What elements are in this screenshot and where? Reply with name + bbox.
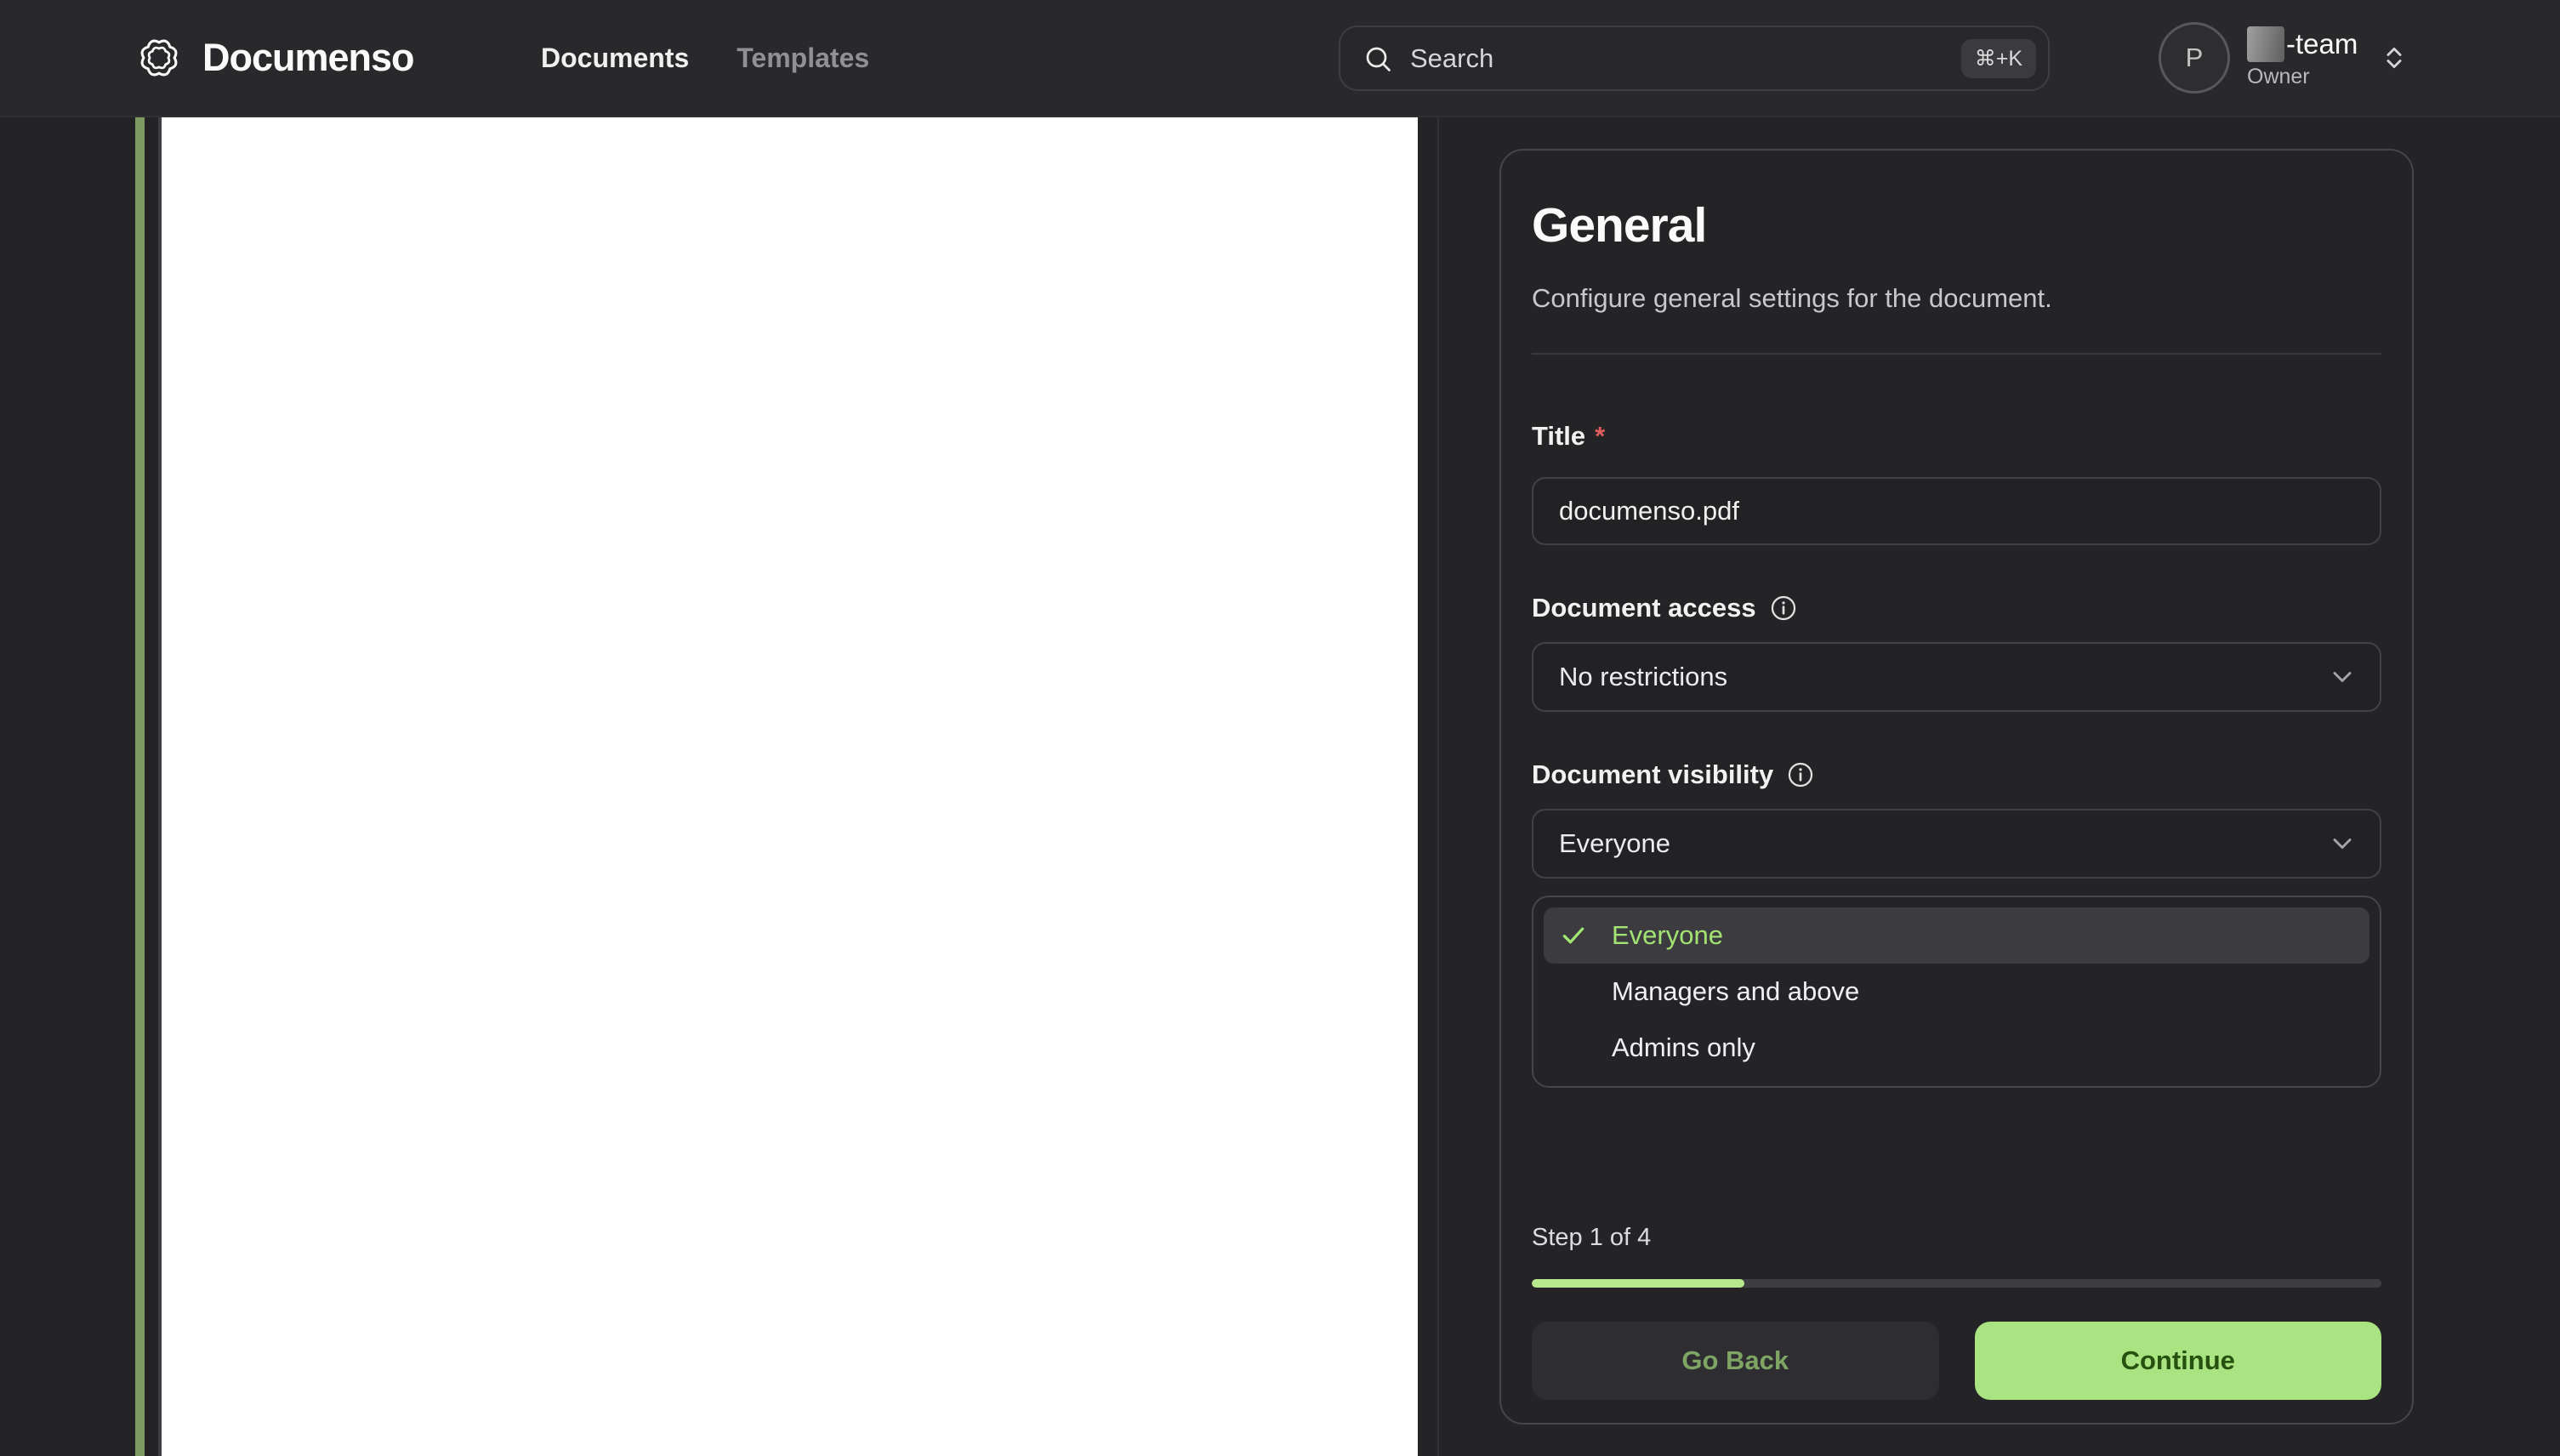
menu-option-label: Admins only: [1612, 1032, 1755, 1063]
search-icon: [1366, 47, 1391, 71]
chevron-down-icon: [2333, 839, 2352, 850]
document-visibility-label-text: Document visibility: [1532, 759, 1774, 790]
document-visibility-label: Document visibility: [1532, 759, 2381, 790]
nav-item-templates[interactable]: Templates: [737, 43, 869, 74]
chevron-down-icon: [2333, 672, 2352, 683]
documenso-logo-icon: [140, 39, 178, 77]
document-visibility-value: Everyone: [1559, 828, 1670, 859]
info-icon[interactable]: [1786, 760, 1815, 789]
column-divider: [1437, 117, 1439, 1456]
document-page-preview: [158, 117, 1418, 1456]
app-root: Documenso Documents Templates Search ⌘+K…: [0, 0, 2560, 1456]
menu-option-everyone[interactable]: Everyone: [1544, 907, 2369, 964]
brand-name: Documenso: [202, 36, 415, 79]
brand-home-link[interactable]: Documenso: [134, 0, 415, 116]
avatar: P: [2159, 22, 2230, 94]
section-divider: [1532, 353, 2381, 355]
visibility-dropdown-menu: Everyone Managers and above Admins only: [1532, 896, 2381, 1089]
menu-option-label: Everyone: [1612, 920, 1723, 951]
progress-fill: [1532, 1279, 1744, 1288]
nav-item-documents[interactable]: Documents: [541, 43, 689, 74]
avatar-initial: P: [2185, 43, 2204, 72]
document-edge-accent: [135, 117, 145, 1456]
check-icon: [1562, 927, 1584, 944]
panel-title: General: [1532, 198, 1707, 253]
step-indicator: Step 1 of 4: [1532, 1224, 1652, 1252]
document-visibility-select[interactable]: Everyone: [1532, 809, 2381, 879]
title-input-value: documenso.pdf: [1559, 496, 1739, 526]
required-asterisk: *: [1595, 421, 1606, 452]
progress-bar: [1532, 1279, 2381, 1288]
go-back-button[interactable]: Go Back: [1532, 1322, 1939, 1401]
general-settings-panel: General Configure general settings for t…: [1499, 149, 2414, 1425]
team-name-redacted-block: [2247, 26, 2284, 62]
search-input[interactable]: Search ⌘+K: [1339, 26, 2050, 91]
menu-option-admins-only[interactable]: Admins only: [1544, 1020, 2369, 1076]
title-input[interactable]: documenso.pdf: [1532, 477, 2381, 546]
document-access-select[interactable]: No restrictions: [1532, 642, 2381, 713]
search-placeholder: Search: [1410, 43, 1494, 73]
menu-option-managers-and-above[interactable]: Managers and above: [1544, 964, 2369, 1020]
menu-option-label: Managers and above: [1612, 976, 1860, 1007]
continue-button[interactable]: Continue: [1974, 1322, 2381, 1401]
chevron-updown-icon: [2386, 47, 2402, 69]
primary-nav: Documents Templates: [541, 0, 869, 116]
team-name-suffix: -team: [2286, 28, 2358, 60]
title-label-text: Title: [1532, 421, 1586, 452]
account-team-menu[interactable]: P -team Owner: [2159, 0, 2409, 116]
top-navbar: Documenso Documents Templates Search ⌘+K…: [0, 0, 2560, 117]
document-access-label-text: Document access: [1532, 593, 1756, 623]
team-info: -team Owner: [2247, 26, 2358, 89]
team-role: Owner: [2247, 65, 2310, 88]
search-shortcut-badge: ⌘+K: [1960, 38, 2036, 78]
panel-actions: Go Back Continue: [1532, 1322, 2381, 1401]
title-field-label: Title *: [1532, 421, 2381, 452]
panel-subtitle: Configure general settings for the docum…: [1532, 283, 2052, 314]
document-access-value: No restrictions: [1559, 662, 1728, 692]
document-access-label: Document access: [1532, 593, 2381, 623]
info-icon[interactable]: [1769, 594, 1798, 623]
